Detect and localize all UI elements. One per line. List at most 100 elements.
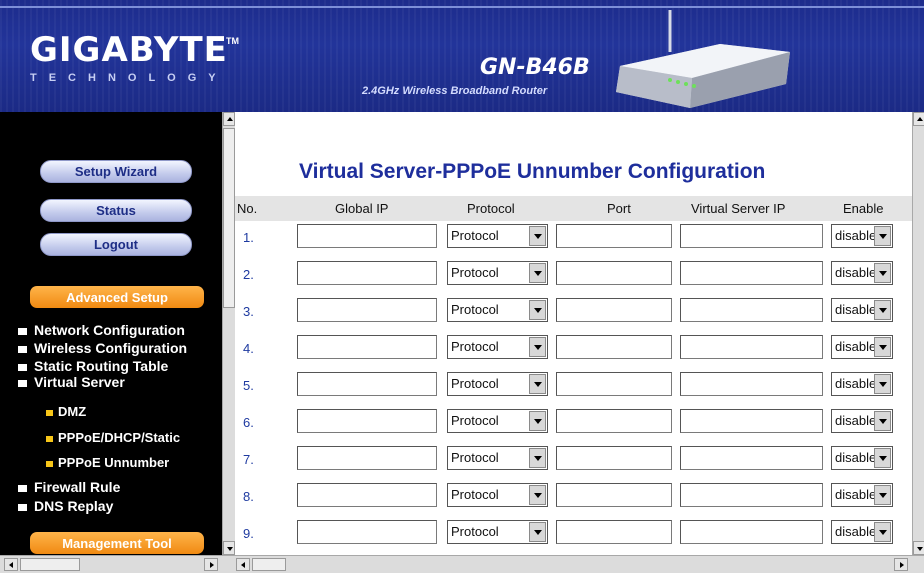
enable-select-value: disable [835, 450, 877, 465]
chevron-down-icon [529, 485, 546, 505]
gigabyte-logo: GIGABYTE [30, 30, 228, 70]
table-row: 4. Protocol disable [235, 333, 912, 363]
virtual-server-ip-input[interactable] [680, 224, 823, 248]
table-header: No. Global IP Protocol Port Virtual Serv… [235, 196, 912, 221]
global-ip-input[interactable] [297, 520, 437, 544]
scroll-right-button[interactable] [204, 558, 218, 571]
virtual-server-ip-input[interactable] [680, 520, 823, 544]
scroll-left-button[interactable] [236, 558, 250, 571]
sidebar-subitem-pppoe-dhcp-static[interactable]: PPPoE/DHCP/Static [46, 430, 180, 445]
port-input[interactable] [556, 261, 672, 285]
global-ip-input[interactable] [297, 446, 437, 470]
protocol-select-value: Protocol [451, 450, 499, 465]
protocol-select[interactable]: Protocol [447, 261, 548, 285]
virtual-server-ip-input[interactable] [680, 261, 823, 285]
chevron-down-icon [529, 522, 546, 542]
sidebar-subitem-pppoe-unnumber[interactable]: PPPoE Unnumber [46, 455, 169, 470]
global-ip-input[interactable] [297, 483, 437, 507]
global-ip-input[interactable] [297, 261, 437, 285]
port-input[interactable] [556, 298, 672, 322]
protocol-select[interactable]: Protocol [447, 335, 548, 359]
table-row: 3. Protocol disable [235, 296, 912, 326]
content-horizontal-scrollbar[interactable] [222, 555, 924, 573]
enable-select[interactable]: disable [831, 483, 893, 507]
scroll-up-button[interactable] [223, 112, 235, 126]
enable-select-value: disable [835, 302, 877, 317]
logout-button[interactable]: Logout [40, 233, 192, 256]
scroll-thumb[interactable] [252, 558, 286, 571]
global-ip-input[interactable] [297, 298, 437, 322]
protocol-select[interactable]: Protocol [447, 298, 548, 322]
sidebar-subitem-dmz[interactable]: DMZ [46, 404, 86, 419]
global-ip-input[interactable] [297, 372, 437, 396]
scroll-thumb[interactable] [223, 128, 235, 308]
sidebar-item-virtual-server[interactable]: Virtual Server [18, 374, 125, 390]
enable-select[interactable]: disable [831, 409, 893, 433]
port-input[interactable] [556, 335, 672, 359]
port-input[interactable] [556, 483, 672, 507]
chevron-down-icon [874, 448, 891, 468]
chevron-down-icon [529, 374, 546, 394]
status-button[interactable]: Status [40, 199, 192, 222]
table-row: 9. Protocol disable [235, 518, 912, 548]
enable-select[interactable]: disable [831, 224, 893, 248]
chevron-down-icon [874, 337, 891, 357]
port-input[interactable] [556, 520, 672, 544]
global-ip-input[interactable] [297, 335, 437, 359]
protocol-select[interactable]: Protocol [447, 446, 548, 470]
protocol-select[interactable]: Protocol [447, 520, 548, 544]
global-ip-input[interactable] [297, 409, 437, 433]
column-header-global-ip: Global IP [335, 201, 389, 216]
sidebar-item-network-configuration[interactable]: Network Configuration [18, 322, 185, 338]
virtual-server-ip-input[interactable] [680, 298, 823, 322]
enable-select[interactable]: disable [831, 372, 893, 396]
row-number: 4. [243, 341, 254, 356]
table-row: 2. Protocol disable [235, 259, 912, 289]
bullet-icon [18, 363, 27, 371]
global-ip-input[interactable] [297, 224, 437, 248]
protocol-select[interactable]: Protocol [447, 224, 548, 248]
enable-select-value: disable [835, 376, 877, 391]
enable-select-value: disable [835, 339, 877, 354]
enable-select[interactable]: disable [831, 261, 893, 285]
scroll-down-button[interactable] [913, 541, 924, 555]
setup-wizard-button[interactable]: Setup Wizard [40, 160, 192, 183]
sidebar-item-label: Virtual Server [34, 374, 125, 390]
virtual-server-ip-input[interactable] [680, 446, 823, 470]
enable-select[interactable]: disable [831, 298, 893, 322]
table-row: 5. Protocol disable [235, 370, 912, 400]
sidebar-item-label: DNS Replay [34, 498, 114, 514]
virtual-server-ip-input[interactable] [680, 372, 823, 396]
virtual-server-ip-input[interactable] [680, 483, 823, 507]
arrow-down-icon [227, 547, 233, 551]
sidebar-item-static-routing-table[interactable]: Static Routing Table [18, 358, 168, 374]
protocol-select[interactable]: Protocol [447, 372, 548, 396]
protocol-select[interactable]: Protocol [447, 409, 548, 433]
bullet-icon [18, 503, 27, 511]
scroll-up-button[interactable] [913, 112, 924, 126]
table-row: 7. Protocol disable [235, 444, 912, 474]
sidebar-horizontal-scrollbar[interactable] [0, 555, 222, 573]
enable-select[interactable]: disable [831, 335, 893, 359]
port-input[interactable] [556, 446, 672, 470]
sidebar-item-dns-replay[interactable]: DNS Replay [18, 498, 113, 514]
port-input[interactable] [556, 224, 672, 248]
enable-select-value: disable [835, 524, 877, 539]
content-scrollbar[interactable] [912, 112, 924, 555]
management-tool-header: Management Tool [30, 532, 204, 554]
port-input[interactable] [556, 409, 672, 433]
sidebar-item-wireless-configuration[interactable]: Wireless Configuration [18, 340, 187, 356]
virtual-server-ip-input[interactable] [680, 409, 823, 433]
scroll-right-button[interactable] [894, 558, 908, 571]
scroll-left-button[interactable] [4, 558, 18, 571]
enable-select[interactable]: disable [831, 520, 893, 544]
protocol-select[interactable]: Protocol [447, 483, 548, 507]
sidebar-item-firewall-rule[interactable]: Firewall Rule [18, 479, 120, 495]
enable-select[interactable]: disable [831, 446, 893, 470]
scroll-thumb[interactable] [20, 558, 80, 571]
virtual-server-ip-input[interactable] [680, 335, 823, 359]
scroll-down-button[interactable] [223, 541, 235, 555]
sidebar-scrollbar[interactable] [222, 112, 235, 555]
port-input[interactable] [556, 372, 672, 396]
sidebar-item-label: PPPoE/DHCP/Static [58, 430, 181, 445]
